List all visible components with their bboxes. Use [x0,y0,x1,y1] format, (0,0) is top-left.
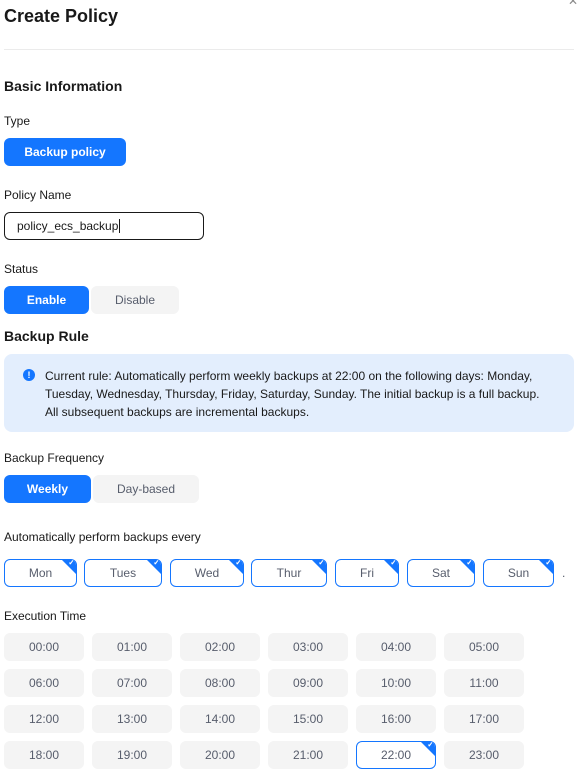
day-option-label: Mon [28,566,53,580]
check-icon: ✓ [318,559,325,567]
policy-name-label: Policy Name [4,188,72,202]
time-option-label: 18:00 [28,748,60,762]
backup-rule-heading: Backup Rule [4,328,89,344]
current-rule-text: Current rule: Automatically perform week… [45,369,540,419]
time-option-label: 19:00 [116,748,148,762]
time-option-1800[interactable]: 18:00 [4,741,84,769]
time-option-0900[interactable]: 09:00 [268,669,348,697]
time-option-1300[interactable]: 13:00 [92,705,172,733]
check-icon: ✓ [68,559,75,567]
basic-info-heading: Basic Information [4,78,123,94]
time-option-label: 23:00 [468,748,500,762]
day-option-thur[interactable]: Thur ✓ [251,559,327,587]
time-option-label: 20:00 [204,748,236,762]
time-option-label: 05:00 [468,640,500,654]
time-option-label: 04:00 [380,640,412,654]
time-option-1200[interactable]: 12:00 [4,705,84,733]
time-option-0500[interactable]: 05:00 [444,633,524,661]
time-option-0000[interactable]: 00:00 [4,633,84,661]
day-option-sat[interactable]: Sat ✓ [407,559,475,587]
header-divider [4,49,574,50]
time-option-0100[interactable]: 01:00 [92,633,172,661]
day-option-label: Thur [276,566,302,580]
time-option-1500[interactable]: 15:00 [268,705,348,733]
time-option-2300[interactable]: 23:00 [444,741,524,769]
status-disable-button[interactable]: Disable [91,286,179,314]
time-option-label: 13:00 [116,712,148,726]
days-suffix: . [562,566,566,580]
frequency-day-based-button[interactable]: Day-based [93,475,199,503]
day-option-wed[interactable]: Wed ✓ [170,559,244,587]
time-option-2100[interactable]: 21:00 [268,741,348,769]
frequency-weekly-button[interactable]: Weekly [4,475,91,503]
execution-time-label: Execution Time [4,609,87,623]
policy-name-input[interactable]: policy_ecs_backup [4,212,204,240]
info-icon: ! [23,369,35,381]
time-option-0400[interactable]: 04:00 [356,633,436,661]
time-option-label: 00:00 [28,640,60,654]
time-option-label: 10:00 [380,676,412,690]
time-option-1400[interactable]: 14:00 [180,705,260,733]
status-enable-button[interactable]: Enable [4,286,89,314]
time-option-label: 06:00 [28,676,60,690]
check-icon: ✓ [545,559,552,567]
time-option-1100[interactable]: 11:00 [444,669,524,697]
time-option-0600[interactable]: 06:00 [4,669,84,697]
time-option-0300[interactable]: 03:00 [268,633,348,661]
time-option-label: 07:00 [116,676,148,690]
time-option-1700[interactable]: 17:00 [444,705,524,733]
check-icon: ✓ [390,559,397,567]
type-label: Type [4,114,31,128]
day-option-sun[interactable]: Sun ✓ [483,559,554,587]
day-option-label: Fri [360,566,374,580]
dialog-title: Create Policy [4,6,119,26]
check-icon: ✓ [427,741,434,749]
time-option-label: 11:00 [469,676,499,690]
time-option-2200[interactable]: 22:00 ✓ [356,741,436,769]
time-option-1000[interactable]: 10:00 [356,669,436,697]
day-option-mon[interactable]: Mon ✓ [4,559,77,587]
day-option-fri[interactable]: Fri ✓ [335,559,399,587]
time-option-label: 14:00 [204,712,236,726]
time-option-label: 22:00 [380,748,412,762]
time-option-1600[interactable]: 16:00 [356,705,436,733]
time-option-label: 15:00 [292,712,324,726]
day-option-label: Tues [109,566,137,580]
check-icon: ✓ [235,559,242,567]
time-option-label: 01:00 [116,640,148,654]
check-icon: ✓ [466,559,473,567]
time-option-label: 03:00 [292,640,324,654]
time-option-label: 17:00 [468,712,500,726]
policy-name-value: policy_ecs_backup [17,219,119,233]
backup-frequency-label: Backup Frequency [4,451,105,465]
check-icon: ✓ [153,559,160,567]
time-option-label: 12:00 [28,712,60,726]
current-rule-notice: ! Current rule: Automatically perform we… [4,354,574,432]
time-option-label: 21:00 [292,748,324,762]
days-label: Automatically perform backups every [4,530,201,544]
time-option-1900[interactable]: 19:00 [92,741,172,769]
time-option-0800[interactable]: 08:00 [180,669,260,697]
status-label: Status [4,262,39,276]
type-backup-policy-button[interactable]: Backup policy [4,138,126,166]
time-option-2000[interactable]: 20:00 [180,741,260,769]
text-caret [119,219,121,233]
close-icon[interactable]: ✕ [568,0,578,8]
time-option-label: 02:00 [204,640,236,654]
time-option-0200[interactable]: 02:00 [180,633,260,661]
time-option-label: 16:00 [380,712,412,726]
day-option-label: Wed [194,566,220,580]
time-option-label: 09:00 [292,676,324,690]
time-option-0700[interactable]: 07:00 [92,669,172,697]
time-option-label: 08:00 [204,676,236,690]
day-option-label: Sat [431,566,450,580]
day-option-tues[interactable]: Tues ✓ [84,559,162,587]
day-option-label: Sun [507,566,530,580]
